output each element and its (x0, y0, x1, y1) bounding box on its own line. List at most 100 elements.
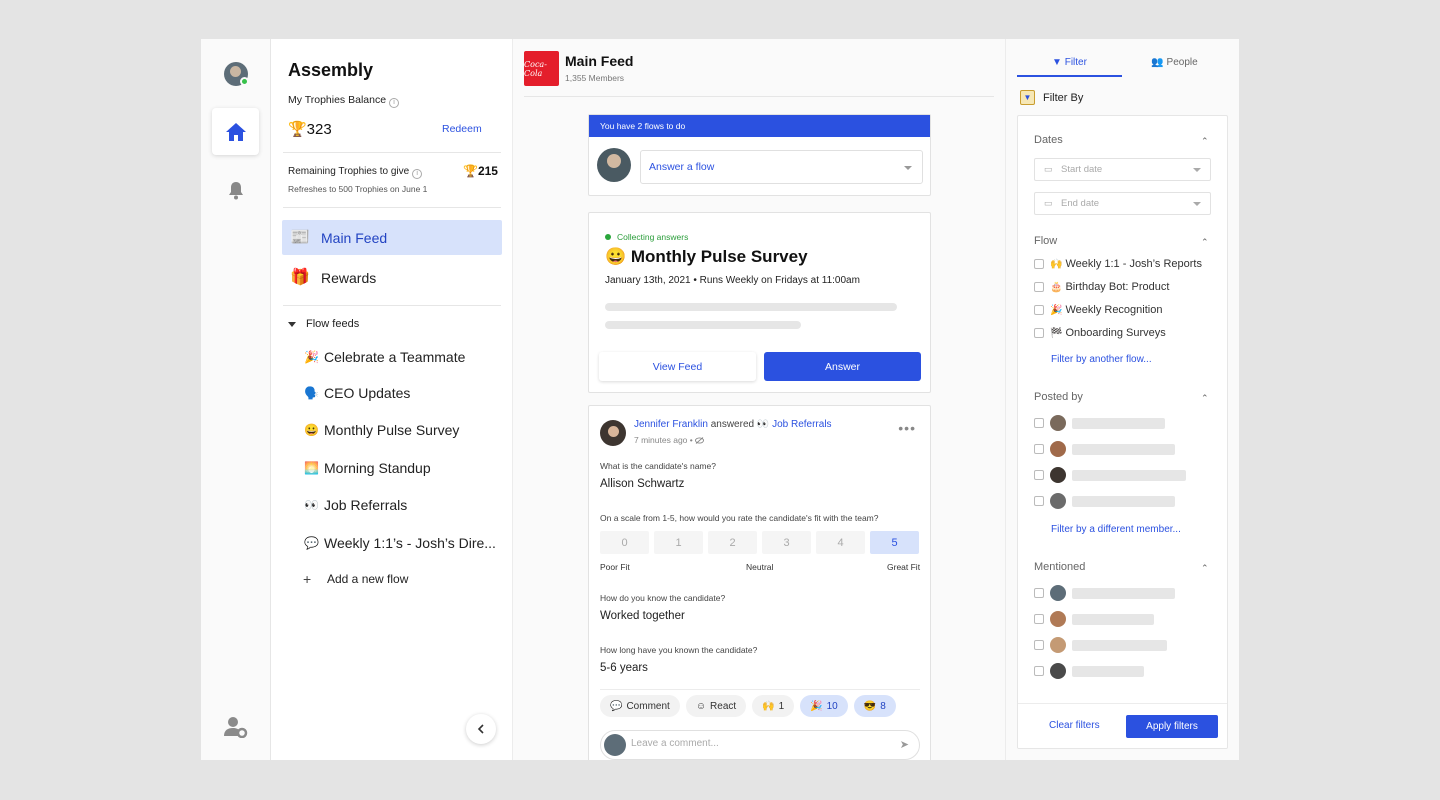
react-button[interactable]: ☺ React (685, 695, 747, 717)
chevron-up-icon[interactable]: ⌃ (1201, 237, 1209, 248)
loading-placeholder (1072, 417, 1165, 429)
flow-feed-item[interactable]: 👀 Job Referrals (304, 497, 504, 513)
reaction-pill[interactable]: 😎 8 (853, 695, 896, 717)
mentioned-filter-option[interactable] (1034, 611, 1154, 627)
filter-different-member-link[interactable]: Filter by a different member... (1051, 524, 1181, 535)
chevron-up-icon[interactable]: ⌃ (1201, 136, 1209, 147)
checkbox[interactable] (1034, 666, 1044, 676)
home-button[interactable] (212, 108, 259, 155)
member-filter-option[interactable] (1034, 441, 1175, 457)
loading-placeholder (1072, 639, 1167, 651)
answer-flow-select[interactable]: Answer a flow (640, 150, 923, 184)
nav-item-rewards[interactable]: 🎁 Rewards (282, 260, 502, 295)
flow-feed-item[interactable]: 🎉 Celebrate a Teammate (304, 349, 504, 365)
tab-filter[interactable]: ▼ Filter (1017, 53, 1122, 77)
checkbox[interactable] (1034, 470, 1044, 480)
info-icon[interactable]: i (389, 98, 400, 108)
member-filter-option[interactable] (1034, 493, 1175, 509)
trophies-balance-value: 🏆323 (288, 121, 332, 138)
apply-filters-button[interactable]: Apply filters (1126, 715, 1218, 738)
scale-option: 1 (654, 531, 703, 554)
add-flow-button[interactable]: + Add a new flow (303, 571, 408, 587)
checkbox[interactable] (1034, 328, 1044, 338)
flow-emoji-icon: 😀 (304, 423, 319, 437)
collapse-sidebar-button[interactable] (466, 714, 496, 744)
raised-hands-icon: 🙌 (762, 700, 775, 712)
chevron-down-icon (1193, 168, 1201, 172)
flow-filter-option[interactable]: 🎂 Birthday Bot: Product (1034, 281, 1169, 293)
checkbox[interactable] (1034, 640, 1044, 650)
eyes-icon: 👀 (756, 419, 770, 430)
flow-feed-item[interactable]: 🗣️ CEO Updates (304, 385, 504, 401)
filter-badge-icon: ▼ (1020, 90, 1035, 105)
more-options-button[interactable]: ••• (898, 420, 916, 436)
mentioned-filter-option[interactable] (1034, 585, 1175, 601)
reaction-pill[interactable]: 🙌 1 (752, 695, 795, 717)
nav-item-main-feed[interactable]: 📰 Main Feed (282, 220, 502, 255)
flow-filter-option[interactable]: 🏁 Onboarding Surveys (1034, 327, 1166, 339)
plus-icon: + (303, 571, 312, 587)
flow-feed-item[interactable]: 💬 Weekly 1:1’s - Josh’s Dire... (304, 535, 504, 551)
checkbox[interactable] (1034, 305, 1044, 315)
flow-filter-option[interactable]: 🎉 Weekly Recognition (1034, 304, 1162, 316)
author-link[interactable]: Jennifer Franklin (634, 419, 708, 430)
checkbox[interactable] (1034, 418, 1044, 428)
flow-feed-label: Job Referrals (324, 497, 408, 513)
admin-settings-button[interactable] (223, 714, 249, 740)
start-date-placeholder: Start date (1061, 164, 1103, 175)
author-avatar[interactable] (600, 420, 626, 446)
dates-section-heading[interactable]: Dates (1034, 134, 1063, 146)
chevron-up-icon[interactable]: ⌃ (1201, 563, 1209, 574)
reaction-pill[interactable]: 🎉 10 (800, 695, 848, 717)
mentioned-filter-option[interactable] (1034, 637, 1167, 653)
comment-input[interactable] (631, 738, 881, 749)
end-date-input[interactable]: ▭ End date (1034, 192, 1211, 215)
chevron-up-icon[interactable]: ⌃ (1201, 393, 1209, 404)
calendar-icon: ▭ (1044, 164, 1053, 174)
scale-option: 3 (762, 531, 811, 554)
loading-placeholder (605, 303, 897, 311)
view-feed-button[interactable]: View Feed (599, 352, 756, 381)
trophies-balance-label-text: My Trophies Balance (288, 94, 387, 106)
checkbox[interactable] (1034, 282, 1044, 292)
flow-feed-item[interactable]: 😀 Monthly Pulse Survey (304, 422, 504, 438)
redeem-link[interactable]: Redeem (442, 123, 482, 135)
answer-button[interactable]: Answer (764, 352, 921, 381)
post-action: answered (710, 419, 755, 430)
tab-people[interactable]: 👥 People (1122, 53, 1227, 77)
member-filter-option[interactable] (1034, 467, 1186, 483)
answer-text: Worked together (600, 610, 685, 622)
flow-feed-item[interactable]: 🌅 Morning Standup (304, 460, 504, 476)
checkbox[interactable] (1034, 259, 1044, 269)
admin-gear-icon (224, 717, 248, 738)
flow-section-heading[interactable]: Flow (1034, 235, 1057, 247)
comment-box: ➤ (600, 730, 920, 760)
clear-filters-button[interactable]: Clear filters (1049, 720, 1100, 731)
icon-rail (201, 39, 271, 760)
flow-link[interactable]: Job Referrals (772, 419, 831, 430)
main-feed: Coca-Cola Main Feed 1,355 Members You ha… (513, 39, 1006, 760)
member-count[interactable]: 1,355 Members (565, 73, 624, 83)
loading-placeholder (1072, 665, 1144, 677)
info-icon[interactable]: i (412, 169, 423, 179)
filter-actions: Clear filters Apply filters (1018, 703, 1227, 748)
member-filter-option[interactable] (1034, 415, 1165, 431)
post-timestamp: 7 minutes ago • (634, 435, 705, 445)
checkbox[interactable] (1034, 588, 1044, 598)
comment-button[interactable]: 💬 Comment (600, 695, 680, 717)
send-icon[interactable]: ➤ (900, 738, 909, 751)
mentioned-section-heading[interactable]: Mentioned (1034, 561, 1085, 573)
remaining-trophies-label: Remaining Trophies to give i (288, 166, 423, 179)
posted-by-section-heading[interactable]: Posted by (1034, 391, 1083, 403)
flow-feeds-toggle[interactable]: Flow feeds (288, 318, 359, 330)
mentioned-filter-option[interactable] (1034, 663, 1144, 679)
post-time-text: 7 minutes ago • (634, 435, 696, 445)
flow-filter-option[interactable]: 🙌 Weekly 1:1 - Josh’s Reports (1034, 258, 1202, 270)
checkbox[interactable] (1034, 614, 1044, 624)
filter-another-flow-link[interactable]: Filter by another flow... (1051, 354, 1152, 365)
scale-low-label: Poor Fit (600, 562, 630, 572)
notifications-button[interactable] (224, 178, 248, 202)
checkbox[interactable] (1034, 496, 1044, 506)
start-date-input[interactable]: ▭ Start date (1034, 158, 1211, 181)
checkbox[interactable] (1034, 444, 1044, 454)
